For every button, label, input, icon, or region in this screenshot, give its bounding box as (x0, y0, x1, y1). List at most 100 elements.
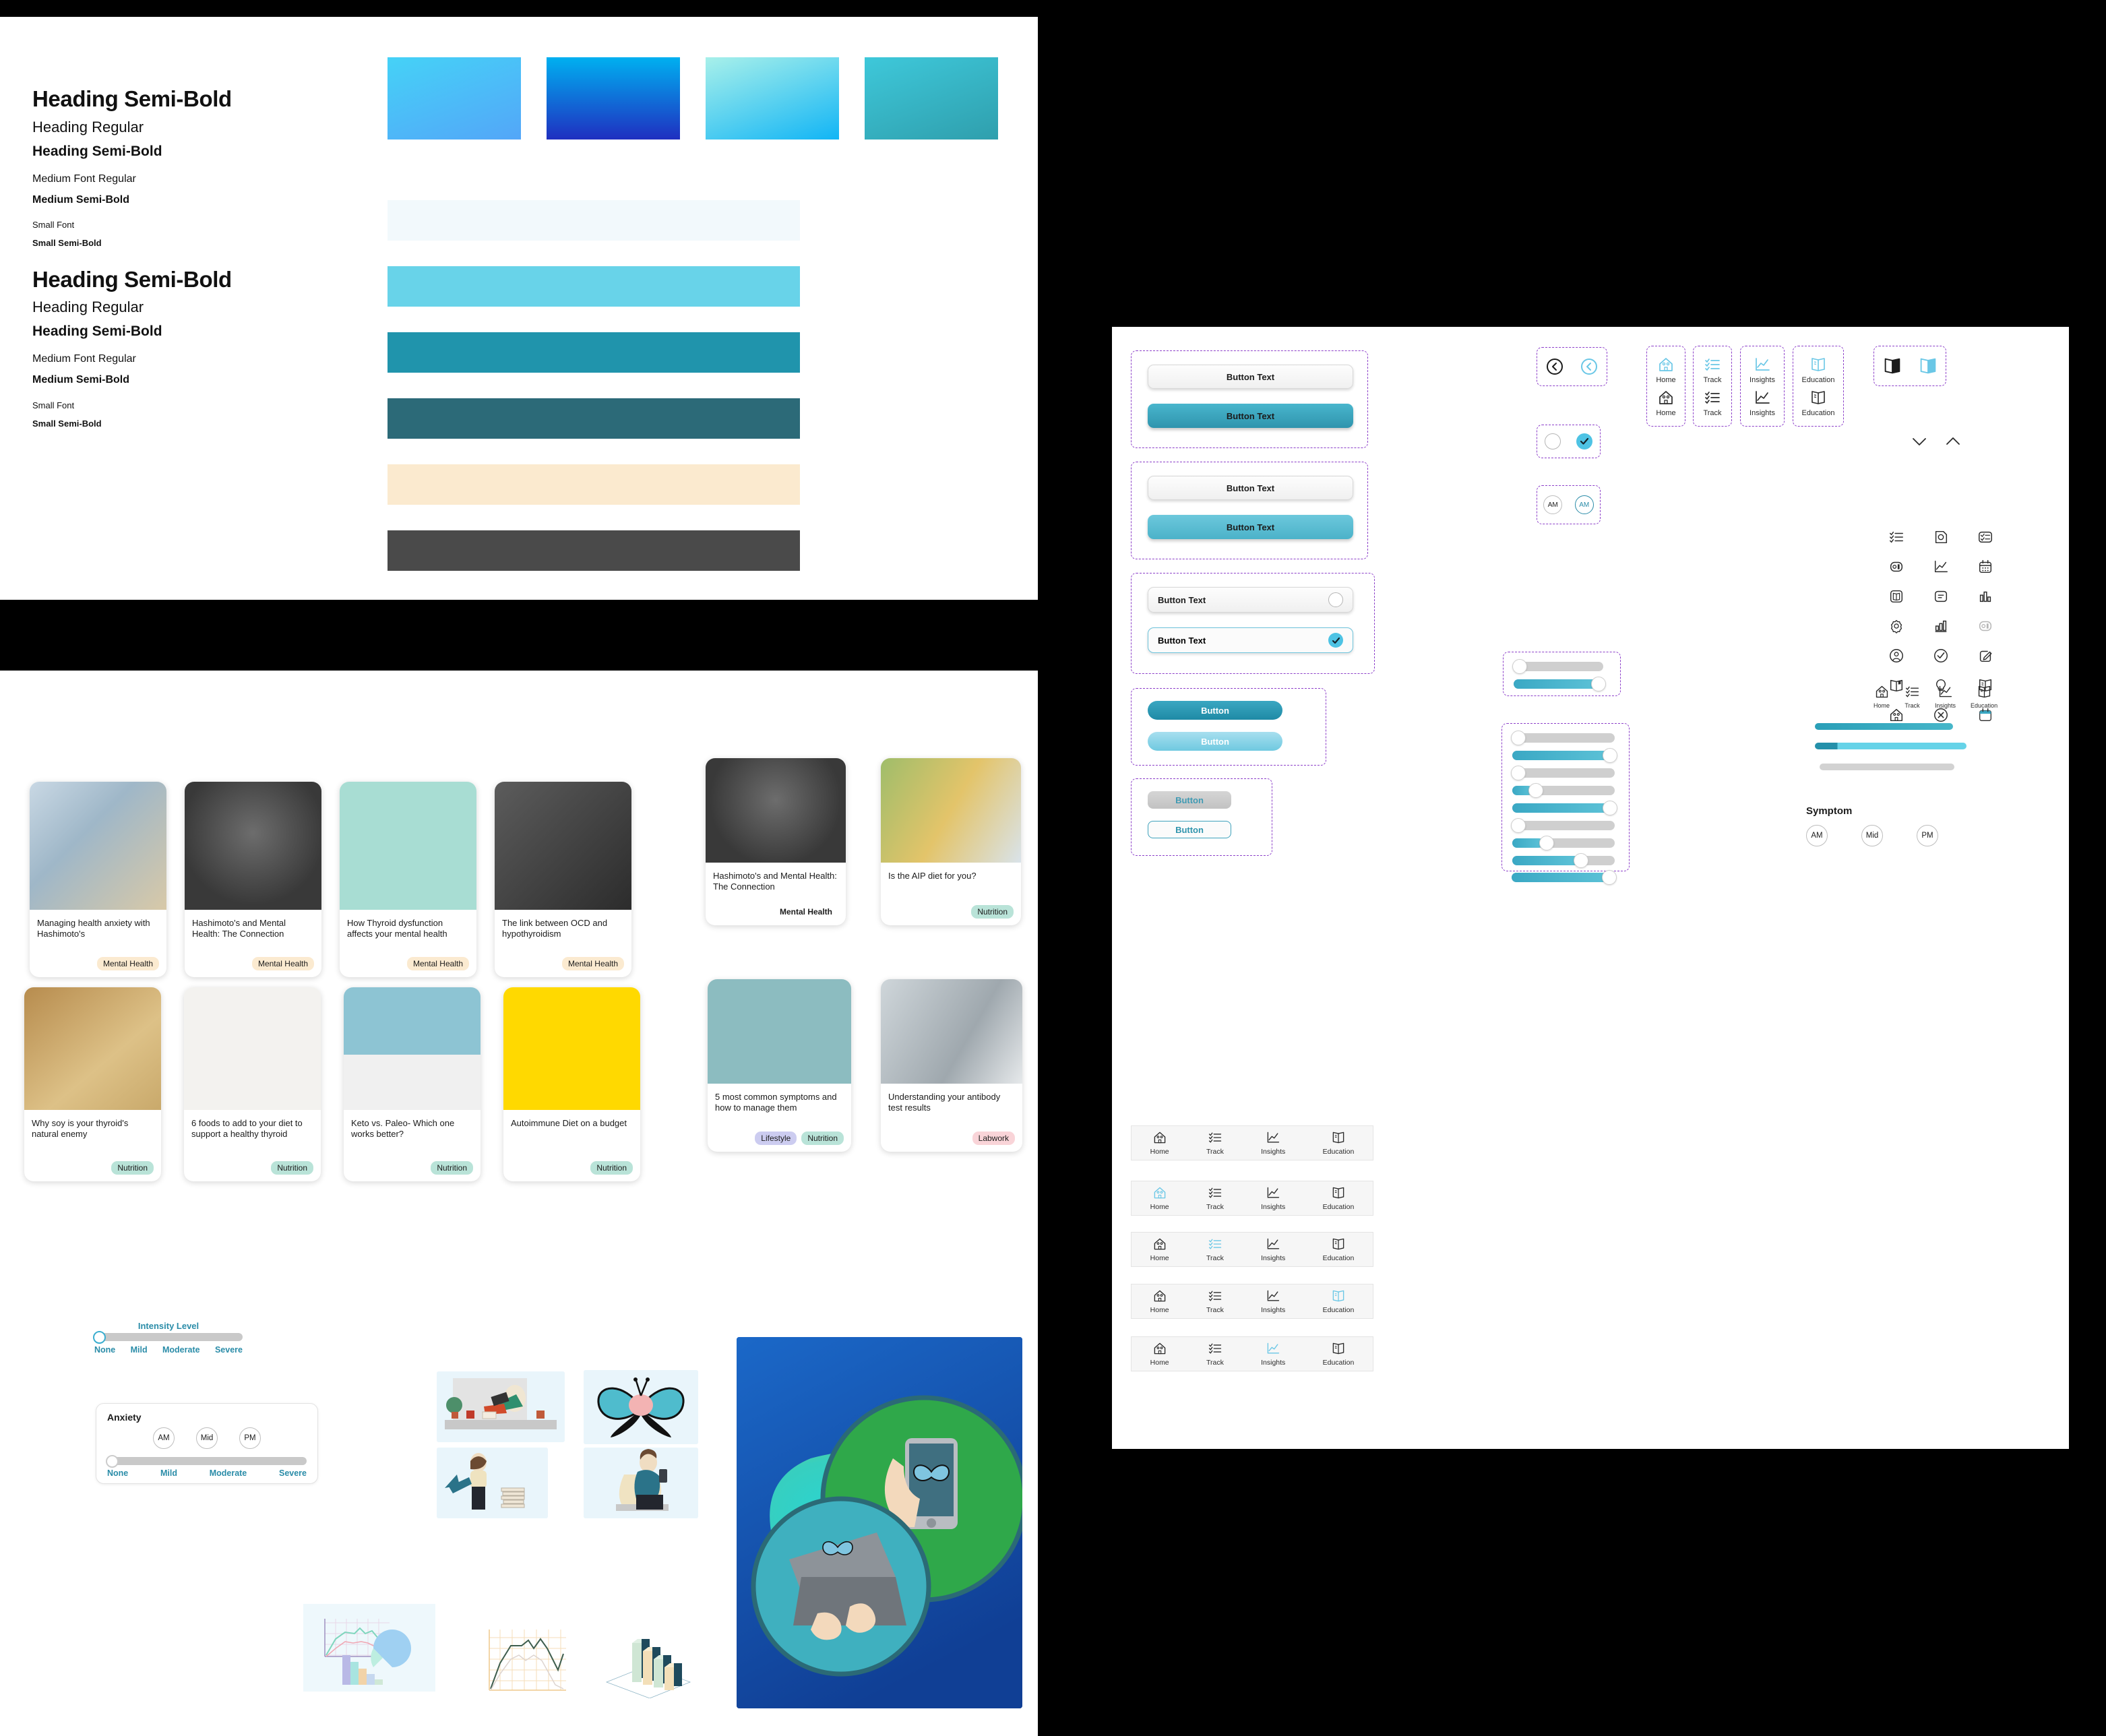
navbar-item-education[interactable]: Education (1323, 1237, 1354, 1262)
nav-item-education-default[interactable]: Education (1802, 389, 1834, 417)
article-card[interactable]: Autoimmune Diet on a budget Nutrition (503, 987, 640, 1181)
navbar-item-home[interactable]: Home (1150, 1341, 1169, 1367)
article-tag[interactable]: Nutrition (801, 1132, 844, 1145)
heart-note-icon[interactable] (1926, 522, 1956, 552)
radio-empty-icon[interactable] (1328, 592, 1343, 607)
slider-1[interactable] (1511, 731, 1615, 745)
time-option-am-selected[interactable]: AM (1574, 495, 1594, 514)
button-select-empty[interactable]: Button Text (1148, 587, 1353, 613)
bar-chart-up-icon[interactable] (1926, 611, 1956, 641)
navbar-item-education[interactable]: Education (1323, 1185, 1354, 1211)
slider-8[interactable] (1512, 853, 1615, 868)
bottom-navbar-home-active[interactable]: Home Track Insights Education (1131, 1181, 1373, 1216)
article-card-feature[interactable]: Understanding your antibody test results… (881, 979, 1022, 1152)
slider-7[interactable] (1512, 836, 1615, 850)
nav-item-track-active[interactable]: Track (1703, 356, 1722, 384)
slider-4[interactable] (1512, 783, 1615, 798)
article-card[interactable]: Managing health anxiety with Hashimoto's… (30, 782, 166, 977)
navbar-item-insights[interactable]: Insights (1261, 1341, 1285, 1367)
article-tag[interactable]: Mental Health (406, 957, 469, 970)
article-tag[interactable]: Mental Health (561, 957, 624, 970)
navbar-item-insights[interactable]: Insights (1261, 1185, 1285, 1211)
book-dark-icon[interactable] (1882, 356, 1902, 376)
intensity-level-slider[interactable]: Intensity Level None Mild Moderate Sever… (93, 1321, 243, 1355)
slider-empty[interactable] (1512, 659, 1603, 674)
article-tag[interactable]: Mental Health (251, 957, 314, 970)
navbar-item-home[interactable]: Home (1150, 1130, 1169, 1156)
bottom-navbar-education-active[interactable]: Home Track Insights Education (1131, 1284, 1373, 1319)
gear-icon[interactable] (1882, 611, 1911, 641)
user-icon[interactable] (1882, 641, 1911, 671)
strip-item-home[interactable]: Home (1873, 684, 1890, 709)
bar-chart-icon[interactable] (1971, 582, 2000, 611)
symptom-time-toggle[interactable]: AM Mid PM (1806, 825, 1938, 846)
book-rounded-icon[interactable] (1882, 582, 1911, 611)
button-text-light-2[interactable]: Button Text (1148, 476, 1353, 500)
nav-item-track-default[interactable]: Track (1703, 389, 1722, 417)
navbar-item-track[interactable]: Track (1206, 1289, 1224, 1314)
button-gradient-dark[interactable]: Button (1148, 701, 1282, 720)
article-tag[interactable]: Mental Health (96, 957, 159, 970)
nav-item-home-active[interactable]: Home (1656, 356, 1676, 384)
checklist-icon[interactable] (1882, 522, 1911, 552)
chevron-left-dark-icon[interactable] (1546, 358, 1563, 375)
anxiety-time-toggle[interactable]: AM Mid PM (107, 1427, 307, 1449)
article-tag[interactable]: Nutrition (271, 1161, 313, 1175)
chevron-left-teal-icon[interactable] (1580, 358, 1598, 375)
chart-pill-light-icon[interactable] (1971, 611, 2000, 641)
time-option-pm[interactable]: PM (239, 1427, 261, 1449)
line-chart-icon[interactable] (1926, 552, 1956, 582)
button-gradient-light[interactable]: Button (1148, 732, 1282, 751)
button-select-checked[interactable]: Button Text (1148, 627, 1353, 653)
article-tag[interactable]: Nutrition (111, 1161, 154, 1175)
article-card[interactable]: The link between OCD and hypothyroidism … (495, 782, 631, 977)
navbar-item-education[interactable]: Education (1323, 1289, 1354, 1314)
navbar-item-track[interactable]: Track (1206, 1185, 1224, 1211)
bottom-navbar-track-active[interactable]: Home Track Insights Education (1131, 1232, 1373, 1267)
chart-pill-icon[interactable] (1882, 552, 1911, 582)
task-check-icon[interactable] (1971, 522, 2000, 552)
slider-full[interactable] (1514, 677, 1606, 691)
button-outline[interactable]: Button (1148, 821, 1231, 838)
button-text-teal-2[interactable]: Button Text (1148, 515, 1353, 539)
anxiety-track[interactable] (106, 1455, 307, 1468)
symptom-time-am[interactable]: AM (1806, 825, 1828, 846)
slider-9[interactable] (1512, 870, 1617, 885)
navbar-item-education[interactable]: Education (1323, 1341, 1354, 1367)
slider-6[interactable] (1511, 818, 1615, 833)
intensity-track[interactable] (93, 1331, 243, 1344)
article-card[interactable]: How Thyroid dysfunction affects your men… (340, 782, 476, 977)
article-card[interactable]: Hashimoto's and Mental Health: The Conne… (185, 782, 321, 977)
article-card-feature[interactable]: 5 most common symptoms and how to manage… (708, 979, 851, 1152)
article-card-feature[interactable]: Hashimoto's and Mental Health: The Conne… (706, 758, 846, 925)
slider-5[interactable] (1512, 801, 1617, 815)
navbar-item-insights[interactable]: Insights (1261, 1237, 1285, 1262)
anxiety-knob[interactable] (106, 1455, 119, 1468)
button-text-light-1[interactable]: Button Text (1148, 365, 1353, 389)
calendar-icon[interactable] (1971, 552, 2000, 582)
article-tag[interactable]: Lifestyle (755, 1132, 797, 1145)
intensity-knob[interactable] (93, 1331, 106, 1344)
bottom-navbar-insights-active[interactable]: Home Track Insights Education (1131, 1336, 1373, 1371)
symptom-time-pm[interactable]: PM (1917, 825, 1938, 846)
strip-item-track[interactable]: Track (1904, 684, 1920, 709)
nav-item-insights-active[interactable]: Insights (1749, 356, 1775, 384)
article-card[interactable]: 6 foods to add to your diet to support a… (184, 987, 321, 1181)
navbar-item-insights[interactable]: Insights (1261, 1130, 1285, 1156)
nav-item-education-active[interactable]: Education (1802, 356, 1834, 384)
button-text-teal-1[interactable]: Button Text (1148, 404, 1353, 428)
nav-item-home-default[interactable]: Home (1656, 389, 1676, 417)
symptom-time-mid[interactable]: Mid (1861, 825, 1883, 846)
article-card[interactable]: Keto vs. Paleo- Which one works better? … (344, 987, 481, 1181)
time-option-am[interactable]: AM (153, 1427, 175, 1449)
article-card[interactable]: Why soy is your thyroid's natural enemy … (24, 987, 161, 1181)
time-option-am-default[interactable]: AM (1543, 495, 1563, 514)
navbar-item-insights[interactable]: Insights (1261, 1289, 1285, 1314)
chevron-down-icon[interactable] (1911, 435, 1928, 448)
book-teal-icon[interactable] (1918, 356, 1938, 376)
check-circle-icon[interactable] (1328, 633, 1343, 648)
navbar-item-home[interactable]: Home (1150, 1289, 1169, 1314)
document-icon[interactable] (1926, 582, 1956, 611)
navbar-item-track[interactable]: Track (1206, 1130, 1224, 1156)
button-disabled[interactable]: Button (1148, 791, 1231, 809)
